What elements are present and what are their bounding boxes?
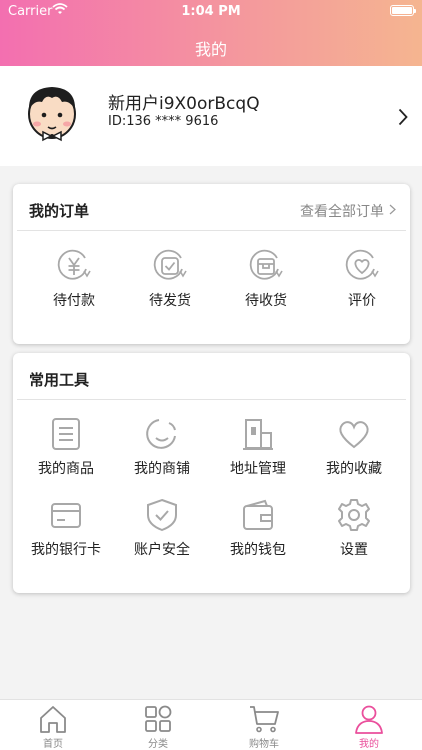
tab-bar: 首页 分类 购物车 我的 [0,699,422,750]
home-icon [40,706,66,733]
grid-icon [145,705,172,732]
order-pending-payment[interactable]: 待付款 [26,249,122,310]
tab-label: 我的 [359,739,379,750]
tab-cart[interactable]: 购物车 [211,700,317,750]
wallet-icon [243,499,273,530]
page-title: 我的 [194,40,227,59]
tool-label: 设置 [340,542,368,558]
orders-card: 我的订单 查看全部订单 待付款 待发货 待收货 评价 [13,184,410,344]
tool-label: 我的商铺 [134,461,190,477]
tool-label: 账户安全 [134,542,190,558]
order-pending-shipment[interactable]: 待发货 [122,249,218,310]
orders-header: 我的订单 查看全部订单 [13,184,410,231]
user-icon [355,705,383,734]
ship-box-icon [153,249,187,280]
chevron-right-icon [398,108,408,126]
receive-box-icon [249,249,283,280]
tool-label: 我的商品 [38,461,94,477]
heart-review-icon [345,249,379,280]
header-bar: Carrier 1:04 PM 我的 [0,0,422,66]
tool-settings[interactable]: 设置 [306,498,402,559]
bank-card-icon [51,503,81,528]
status-bar: Carrier 1:04 PM [0,0,422,22]
tools-title: 常用工具 [29,371,90,389]
tool-my-shop[interactable]: 我的商铺 [114,417,210,478]
battery-icon [390,5,416,16]
yuan-icon [57,249,91,280]
divider [17,399,406,400]
chevron-right-icon[interactable] [389,204,396,215]
tool-account-security[interactable]: 账户安全 [114,498,210,559]
tool-label: 我的收藏 [326,461,382,477]
tab-mine[interactable]: 我的 [316,700,422,750]
document-icon [52,418,80,450]
tools-header: 常用工具 [13,353,410,400]
tab-label: 分类 [148,739,168,750]
tab-home[interactable]: 首页 [0,700,106,750]
order-label: 待收货 [245,293,287,309]
tool-address-management[interactable]: 地址管理 [210,417,306,478]
order-pending-receipt[interactable]: 待收货 [218,249,314,310]
avatar-icon [28,87,76,142]
tool-my-favorites[interactable]: 我的收藏 [306,417,402,478]
order-label: 评价 [348,293,376,309]
orders-title: 我的订单 [29,202,90,220]
tool-bank-card[interactable]: 我的银行卡 [18,498,114,559]
tool-my-wallet[interactable]: 我的钱包 [210,498,306,559]
status-time: 1:04 PM [181,4,241,19]
view-all-orders-link[interactable]: 查看全部订单 [300,201,384,221]
gear-icon [338,499,370,531]
user-id: ID:136 **** 9616 [108,114,219,129]
divider [17,230,406,231]
tool-my-products[interactable]: 我的商品 [18,417,114,478]
tool-label: 我的银行卡 [31,542,101,558]
tool-label: 地址管理 [230,461,286,477]
tab-category[interactable]: 分类 [105,700,211,750]
order-label: 待付款 [53,293,95,309]
tools-card: 常用工具 我的商品 我的商铺 地址管理 我的收藏 我的银行卡 账户安全 我的钱包… [13,353,410,593]
heart-icon [339,421,369,449]
profile-section[interactable]: 新用户i9X0orBcqQ ID:136 **** 9616 [0,66,422,166]
tab-label: 购物车 [249,739,279,750]
tool-label: 我的钱包 [230,542,286,558]
building-icon [243,419,273,450]
tab-label: 首页 [43,739,63,750]
smile-icon [146,419,176,449]
order-label: 待发货 [149,293,191,309]
username: 新用户i9X0orBcqQ [108,94,260,114]
shield-icon [147,498,177,532]
cart-icon [250,706,279,733]
order-review[interactable]: 评价 [314,249,410,310]
